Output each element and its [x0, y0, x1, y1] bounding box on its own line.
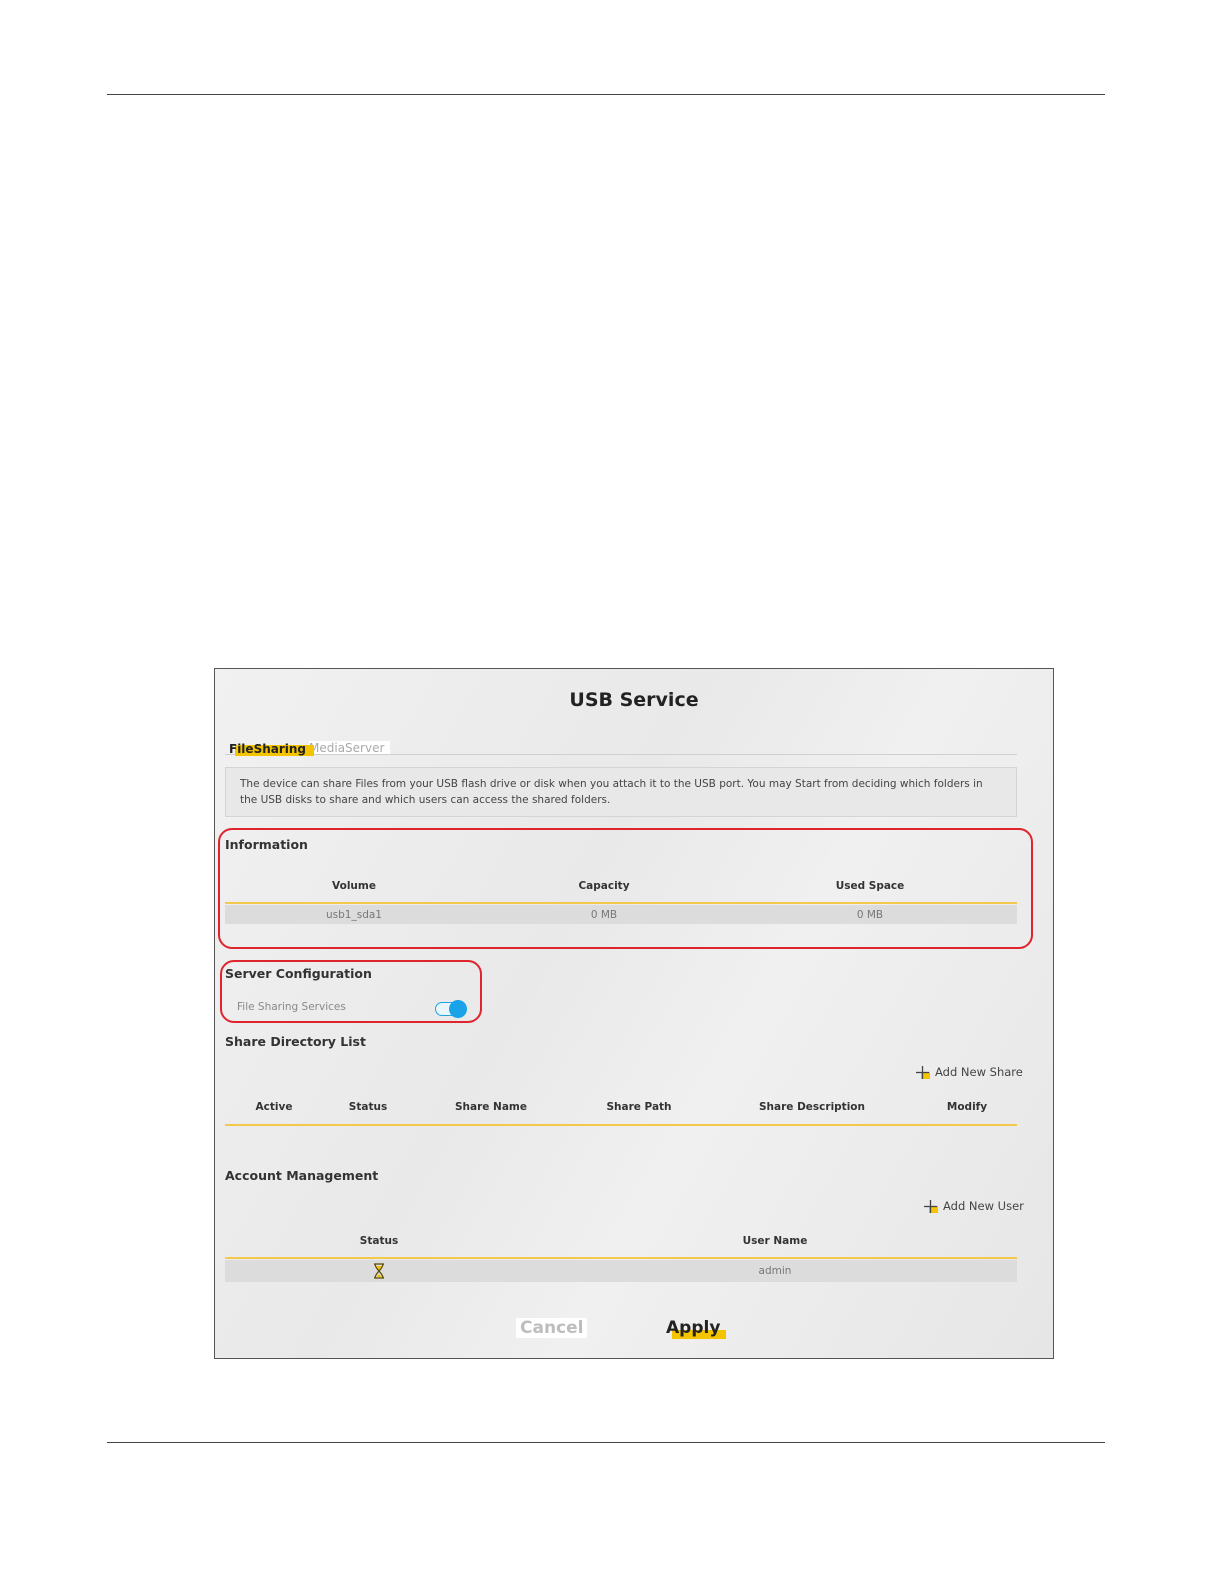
- header-rule: [107, 94, 1105, 95]
- account-header-line: [225, 1257, 1017, 1259]
- hourglass-icon: [374, 1263, 384, 1279]
- col-user-name: User Name: [742, 1235, 808, 1247]
- file-sharing-services-label: File Sharing Services: [237, 1001, 346, 1013]
- col-share-name: Share Name: [454, 1101, 527, 1113]
- apply-button[interactable]: Apply: [666, 1318, 727, 1339]
- share-directory-heading: Share Directory List: [225, 1034, 366, 1049]
- tab-filesharing-label: FileSharing: [229, 742, 307, 756]
- tab-filesharing[interactable]: FileSharing: [229, 742, 315, 756]
- file-sharing-toggle[interactable]: [435, 999, 469, 1019]
- add-new-share-button[interactable]: Add New Share: [915, 1065, 1025, 1083]
- col-modify: Modify: [946, 1101, 988, 1113]
- col-active: Active: [255, 1101, 293, 1113]
- tab-divider: [225, 754, 1017, 755]
- apply-label: Apply: [666, 1318, 721, 1338]
- information-header-line: [225, 902, 1017, 904]
- account-management-heading: Account Management: [225, 1168, 379, 1183]
- page-title: USB Service: [569, 689, 699, 711]
- used-space-value: 0 MB: [856, 909, 884, 921]
- server-config-heading: Server Configuration: [225, 966, 372, 981]
- capacity-value: 0 MB: [590, 909, 618, 921]
- share-header-line: [225, 1124, 1017, 1126]
- col-capacity: Capacity: [578, 880, 630, 892]
- plus-icon: [924, 1200, 938, 1213]
- add-new-user-label: Add New User: [943, 1199, 1024, 1213]
- col-used-space: Used Space: [835, 880, 905, 892]
- information-heading: Information: [225, 837, 308, 852]
- plus-icon: [916, 1066, 930, 1079]
- col-status: Status: [348, 1101, 388, 1113]
- col-share-description: Share Description: [759, 1101, 865, 1113]
- user-name-value: admin: [758, 1265, 792, 1277]
- usb-service-screenshot: USB Service FileSharing MediaServer The …: [214, 668, 1054, 1359]
- cancel-button[interactable]: Cancel: [516, 1318, 588, 1338]
- toggle-knob: [449, 1000, 467, 1018]
- col-volume: Volume: [332, 880, 376, 892]
- col-account-status: Status: [359, 1235, 399, 1247]
- add-new-user-button[interactable]: Add New User: [923, 1199, 1025, 1217]
- footer-rule: [107, 1442, 1105, 1443]
- col-share-path: Share Path: [606, 1101, 672, 1113]
- table-row: [225, 1260, 1017, 1282]
- add-new-share-label: Add New Share: [935, 1065, 1023, 1079]
- description-box: The device can share Files from your USB…: [225, 767, 1017, 817]
- volume-value: usb1_sda1: [326, 909, 382, 921]
- tab-mediaserver[interactable]: MediaServer: [309, 741, 391, 755]
